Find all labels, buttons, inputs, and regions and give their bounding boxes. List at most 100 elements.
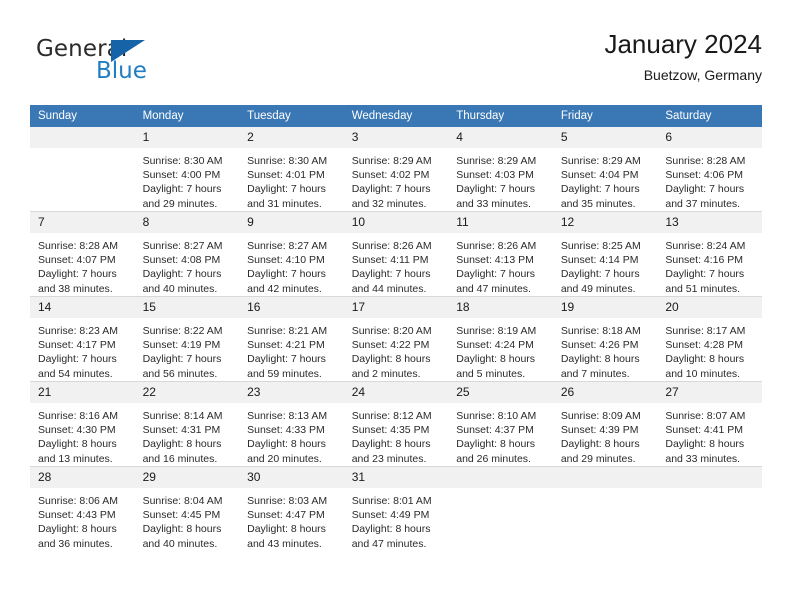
- day-number: 23: [239, 382, 344, 403]
- daylight-line-cont: and 37 minutes.: [665, 197, 741, 210]
- calendar-day-cell[interactable]: 26 Sunrise: 8:09 AM Sunset: 4:39 PM Dayligh…: [552, 381, 658, 467]
- day-details: Sunrise: 8:29 AM Sunset: 4:03 PM Daylight:…: [448, 148, 553, 211]
- calendar-day-cell-empty: [657, 466, 762, 551]
- calendar-day-cell[interactable]: 5 Sunrise: 8:29 AM Sunset: 4:04 PM Daylight…: [552, 127, 658, 212]
- calendar-day-cell[interactable]: 17 Sunrise: 8:20 AM Sunset: 4:22 PM Dayligh…: [343, 296, 449, 382]
- daylight-line: Daylight: 7 hours: [38, 268, 117, 281]
- calendar-day-cell[interactable]: 12 Sunrise: 8:25 AM Sunset: 4:14 PM Dayligh…: [552, 211, 658, 297]
- calendar-day-cell[interactable]: 9 Sunrise: 8:27 AM Sunset: 4:10 PM Daylight…: [239, 211, 344, 297]
- calendar-day-cell[interactable]: 16 Sunrise: 8:21 AM Sunset: 4:21 PM Dayligh…: [239, 296, 344, 382]
- day-details: Sunrise: 8:01 AM Sunset: 4:49 PM Daylight:…: [344, 488, 449, 551]
- calendar-week-row: 28 Sunrise: 8:06 AM Sunset: 4:43 PM Dayligh…: [30, 466, 762, 551]
- sunset-line: Sunset: 4:45 PM: [142, 509, 221, 522]
- calendar-day-cell[interactable]: 30 Sunrise: 8:03 AM Sunset: 4:47 PM Dayligh…: [239, 466, 344, 551]
- sunset-line: Sunset: 4:41 PM: [665, 424, 744, 437]
- daylight-line: Daylight: 8 hours: [351, 438, 431, 451]
- calendar-day-cell[interactable]: 22 Sunrise: 8:14 AM Sunset: 4:31 PM Dayligh…: [134, 381, 240, 467]
- calendar-day-cell[interactable]: 25 Sunrise: 8:10 AM Sunset: 4:37 PM Dayligh…: [448, 381, 553, 467]
- sunset-line: Sunset: 4:28 PM: [665, 339, 744, 352]
- calendar-day-cell[interactable]: 4 Sunrise: 8:29 AM Sunset: 4:03 PM Daylight…: [448, 127, 553, 212]
- daylight-line: Daylight: 7 hours: [665, 268, 745, 281]
- daylight-line-cont: and 5 minutes.: [456, 367, 526, 380]
- calendar-day-cell[interactable]: 31 Sunrise: 8:01 AM Sunset: 4:49 PM Dayligh…: [343, 466, 449, 551]
- calendar-day-cell[interactable]: 15 Sunrise: 8:22 AM Sunset: 4:19 PM Dayligh…: [134, 296, 240, 382]
- calendar-day-cell[interactable]: 29 Sunrise: 8:04 AM Sunset: 4:45 PM Dayligh…: [134, 466, 240, 551]
- day-details: Sunrise: 8:06 AM Sunset: 4:43 PM Daylight:…: [30, 488, 135, 551]
- sunset-line: Sunset: 4:19 PM: [142, 339, 221, 352]
- sunset-line: Sunset: 4:30 PM: [38, 424, 116, 437]
- sunrise-line: Sunrise: 8:22 AM: [142, 325, 223, 337]
- daylight-line: Daylight: 7 hours: [142, 268, 222, 281]
- calendar-day-cell[interactable]: 14 Sunrise: 8:23 AM Sunset: 4:17 PM Dayligh…: [30, 296, 135, 382]
- calendar-day-cell[interactable]: 10 Sunrise: 8:26 AM Sunset: 4:11 PM Dayligh…: [343, 211, 449, 297]
- day-number: 24: [343, 382, 449, 403]
- weekday-header-tuesday: Tuesday: [239, 105, 344, 127]
- calendar-day-cell[interactable]: 24 Sunrise: 8:12 AM Sunset: 4:35 PM Dayligh…: [343, 381, 449, 467]
- sunrise-line: Sunrise: 8:30 AM: [247, 155, 328, 167]
- sunset-line: Sunset: 4:24 PM: [456, 339, 534, 352]
- daylight-line: Daylight: 7 hours: [247, 183, 326, 196]
- calendar-day-cell[interactable]: 8 Sunrise: 8:27 AM Sunset: 4:08 PM Daylight…: [134, 211, 240, 297]
- sunrise-line: Sunrise: 8:21 AM: [247, 325, 328, 337]
- day-number: [448, 467, 553, 488]
- daylight-line-cont: and 26 minutes.: [456, 452, 531, 465]
- calendar-day-cell[interactable]: 28 Sunrise: 8:06 AM Sunset: 4:43 PM Dayligh…: [30, 466, 135, 551]
- general-blue-logo[interactable]: General Blue: [36, 36, 216, 96]
- daylight-line: Daylight: 8 hours: [665, 353, 745, 366]
- daylight-line-cont: and 29 minutes.: [142, 197, 218, 210]
- daylight-line: Daylight: 8 hours: [142, 523, 222, 536]
- day-number: 7: [30, 212, 135, 233]
- sunrise-line: Sunrise: 8:28 AM: [665, 155, 746, 167]
- calendar-week-row: 21 Sunrise: 8:16 AM Sunset: 4:30 PM Dayligh…: [30, 381, 762, 467]
- sunset-line: Sunset: 4:35 PM: [351, 424, 430, 437]
- calendar-day-cell[interactable]: 23 Sunrise: 8:13 AM Sunset: 4:33 PM Dayligh…: [239, 381, 344, 467]
- day-details: Sunrise: 8:29 AM Sunset: 4:02 PM Daylight:…: [344, 148, 449, 211]
- day-number: 31: [343, 467, 449, 488]
- day-number: 16: [239, 297, 344, 318]
- daylight-line-cont: and 47 minutes.: [456, 282, 531, 295]
- logo-word-blue: Blue: [96, 58, 147, 84]
- calendar-day-cell[interactable]: 18 Sunrise: 8:19 AM Sunset: 4:24 PM Dayligh…: [448, 296, 553, 382]
- daylight-line: Daylight: 7 hours: [351, 268, 431, 281]
- calendar-day-cell[interactable]: 19 Sunrise: 8:18 AM Sunset: 4:26 PM Dayligh…: [552, 296, 658, 382]
- sunset-line: Sunset: 4:08 PM: [142, 254, 221, 267]
- daylight-line-cont: and 40 minutes.: [142, 282, 218, 295]
- calendar-day-cell[interactable]: 20 Sunrise: 8:17 AM Sunset: 4:28 PM Dayligh…: [657, 296, 762, 382]
- day-number: 19: [552, 297, 658, 318]
- sunset-line: Sunset: 4:14 PM: [560, 254, 639, 267]
- calendar-day-cell[interactable]: 27 Sunrise: 8:07 AM Sunset: 4:41 PM Dayligh…: [657, 381, 762, 467]
- calendar-day-cell[interactable]: 21 Sunrise: 8:16 AM Sunset: 4:30 PM Dayligh…: [30, 381, 135, 467]
- sunset-line: Sunset: 4:06 PM: [665, 169, 744, 182]
- calendar-day-cell[interactable]: 7 Sunrise: 8:28 AM Sunset: 4:07 PM Daylight…: [30, 211, 135, 297]
- sunrise-line: Sunrise: 8:23 AM: [38, 325, 118, 337]
- day-details: Sunrise: 8:07 AM Sunset: 4:41 PM Daylight:…: [657, 403, 762, 466]
- daylight-line: Daylight: 8 hours: [456, 353, 536, 366]
- sunset-line: Sunset: 4:43 PM: [38, 509, 116, 522]
- sunrise-line: Sunrise: 8:14 AM: [142, 410, 223, 422]
- day-details: Sunrise: 8:30 AM Sunset: 4:01 PM Daylight:…: [239, 148, 344, 211]
- sunset-line: Sunset: 4:02 PM: [351, 169, 430, 182]
- calendar-day-cell[interactable]: 3 Sunrise: 8:29 AM Sunset: 4:02 PM Daylight…: [343, 127, 449, 212]
- daylight-line: Daylight: 8 hours: [247, 438, 326, 451]
- day-number: 3: [343, 127, 449, 148]
- day-number: [657, 467, 762, 488]
- calendar-day-cell[interactable]: 2 Sunrise: 8:30 AM Sunset: 4:01 PM Daylight…: [239, 127, 344, 212]
- day-number: 29: [134, 467, 240, 488]
- calendar-day-cell[interactable]: 6 Sunrise: 8:28 AM Sunset: 4:06 PM Daylight…: [657, 127, 762, 212]
- daylight-line-cont: and 40 minutes.: [142, 537, 218, 550]
- calendar-day-cell[interactable]: 13 Sunrise: 8:24 AM Sunset: 4:16 PM Dayligh…: [657, 211, 762, 297]
- calendar-day-cell[interactable]: 11 Sunrise: 8:26 AM Sunset: 4:13 PM Dayligh…: [448, 211, 553, 297]
- daylight-line-cont: and 13 minutes.: [38, 452, 113, 465]
- daylight-line-cont: and 33 minutes.: [665, 452, 741, 465]
- daylight-line: Daylight: 8 hours: [351, 353, 431, 366]
- daylight-line-cont: and 44 minutes.: [351, 282, 427, 295]
- day-details: Sunrise: 8:16 AM Sunset: 4:30 PM Daylight:…: [30, 403, 135, 466]
- calendar-week-row: 14 Sunrise: 8:23 AM Sunset: 4:17 PM Dayligh…: [30, 296, 762, 382]
- calendar-day-cell[interactable]: 1 Sunrise: 8:30 AM Sunset: 4:00 PM Daylight…: [134, 127, 240, 212]
- daylight-line-cont: and 36 minutes.: [38, 537, 113, 550]
- calendar-header-row: Sunday Monday Tuesday Wednesday Thursday…: [30, 105, 762, 127]
- day-details: Sunrise: 8:19 AM Sunset: 4:24 PM Daylight:…: [448, 318, 553, 381]
- sunrise-line: Sunrise: 8:16 AM: [38, 410, 118, 422]
- day-number: 5: [552, 127, 658, 148]
- day-number: 12: [552, 212, 658, 233]
